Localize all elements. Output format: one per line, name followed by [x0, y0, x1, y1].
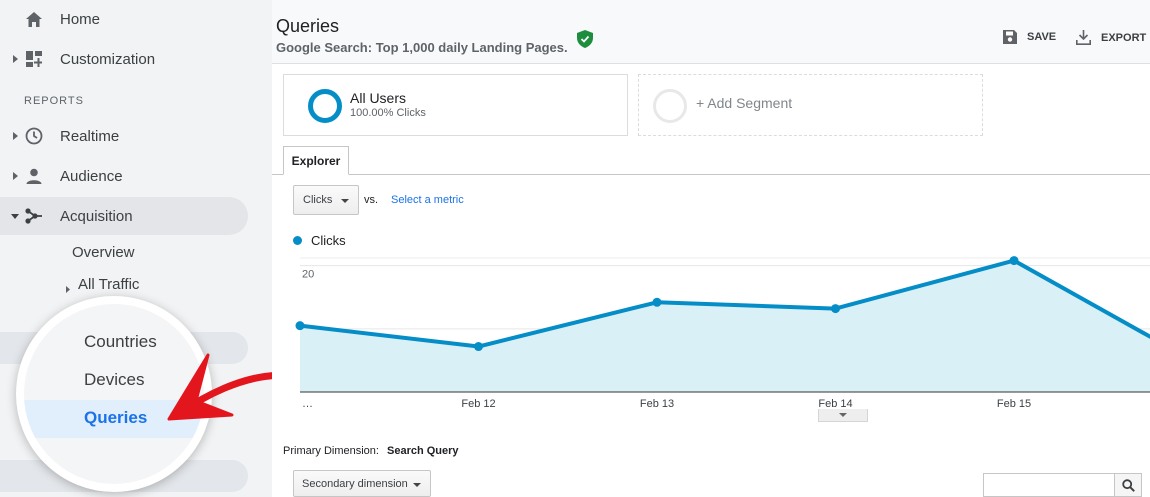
person-icon: [24, 166, 44, 186]
tab-bar: [272, 174, 1150, 175]
nav-audience[interactable]: Audience: [0, 157, 248, 195]
dropdown-arrow-icon: [341, 199, 349, 203]
caret-down-icon: [839, 413, 847, 417]
series-area: [300, 260, 1150, 392]
save-label: SAVE: [1027, 31, 1057, 43]
verified-shield-icon: [577, 30, 593, 48]
dashboard-icon: [24, 49, 44, 69]
nav-devices[interactable]: Devices: [84, 370, 144, 390]
nav-customization-label: Customization: [60, 50, 156, 68]
data-point: [652, 297, 662, 307]
segment-ring-icon: [653, 89, 687, 123]
acquisition-icon: [24, 206, 44, 226]
segment-ring-icon: [308, 89, 342, 123]
y-tick-label: 20: [302, 269, 314, 281]
primary-dimension-value[interactable]: Search Query: [387, 445, 459, 457]
nav-overview[interactable]: Overview: [72, 244, 135, 261]
clock-icon: [24, 126, 44, 146]
data-point: [1009, 256, 1019, 266]
caret-right-icon: [66, 280, 70, 298]
nav-realtime[interactable]: Realtime: [0, 117, 248, 155]
search-button[interactable]: [1114, 473, 1142, 497]
save-icon: [1003, 30, 1017, 44]
secondary-dimension-label: Secondary dimension: [302, 477, 408, 490]
primary-dimension-label: Primary Dimension:: [283, 445, 379, 457]
nav-realtime-label: Realtime: [60, 127, 120, 145]
x-tick-label: Feb 13: [640, 398, 674, 410]
nav-queries[interactable]: Queries: [84, 408, 147, 428]
home-icon: [24, 9, 44, 29]
caret-down-icon: [10, 211, 20, 221]
add-segment-button[interactable]: + Add Segment: [638, 74, 983, 136]
data-point: [474, 342, 483, 352]
segment-title: All Users: [350, 90, 407, 106]
x-tick-label: …: [302, 398, 313, 410]
nav-acquisition[interactable]: Acquisition: [0, 197, 248, 235]
chart-plot: 1020…Feb 12Feb 13Feb 14Feb 15: [295, 256, 1150, 410]
main-content: Queries Google Search: Top 1,000 daily L…: [272, 0, 1150, 497]
save-button[interactable]: SAVE: [1003, 30, 1056, 44]
nav-countries[interactable]: Countries: [84, 332, 157, 352]
data-point: [831, 304, 840, 314]
nav-audience-label: Audience: [60, 167, 123, 185]
nav-home-label: Home: [60, 10, 101, 28]
data-point: [295, 321, 305, 331]
metric-selected: Clicks: [303, 194, 333, 206]
clicks-chart: Clicks 1020…Feb 12Feb 13Feb 14Feb 15: [272, 225, 1150, 425]
add-segment-label: + Add Segment: [696, 95, 793, 111]
reports-section-label: REPORTS: [24, 95, 84, 107]
segment-subtitle: 100.00% Clicks: [350, 107, 426, 119]
export-label: EXPORT: [1101, 31, 1147, 44]
vs-label: vs.: [364, 194, 379, 206]
nav-home[interactable]: Home: [0, 0, 248, 38]
search-icon: [1121, 478, 1135, 492]
download-icon: [1076, 30, 1091, 45]
caret-right-icon: [10, 54, 20, 64]
chart-expand-handle[interactable]: [818, 409, 868, 422]
select-metric-link[interactable]: Select a metric: [391, 194, 464, 206]
x-tick-label: Feb 15: [997, 398, 1031, 410]
tab-explorer[interactable]: Explorer: [283, 146, 349, 175]
page-subtitle: Google Search: Top 1,000 daily Landing P…: [276, 40, 568, 55]
caret-right-icon: [10, 171, 20, 181]
x-tick-label: Feb 12: [461, 398, 495, 410]
segment-all-users[interactable]: All Users 100.00% Clicks: [283, 74, 628, 136]
report-header: Queries Google Search: Top 1,000 daily L…: [272, 0, 1150, 64]
nav-all-traffic[interactable]: All Traffic: [78, 276, 139, 293]
export-button[interactable]: EXPORT: [1076, 30, 1146, 45]
page-title: Queries: [276, 16, 340, 36]
metric-dropdown[interactable]: Clicks: [293, 185, 359, 215]
caret-right-icon: [10, 131, 20, 141]
dropdown-arrow-icon: [413, 483, 421, 487]
secondary-dimension-dropdown[interactable]: Secondary dimension: [293, 470, 431, 497]
nav-acquisition-label: Acquisition: [60, 207, 133, 225]
nav-customization[interactable]: Customization: [0, 40, 248, 78]
